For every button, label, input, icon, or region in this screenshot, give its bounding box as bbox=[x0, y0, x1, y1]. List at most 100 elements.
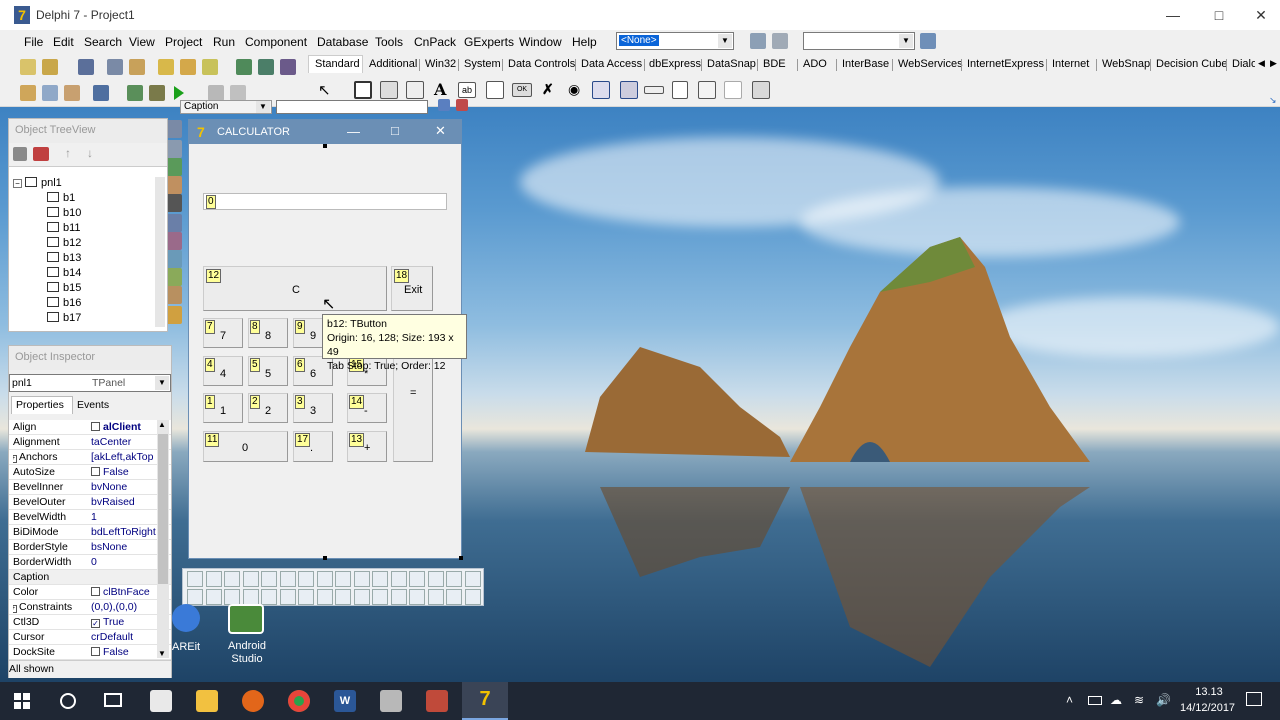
menu-component[interactable]: Component bbox=[245, 35, 307, 49]
frames-icon[interactable] bbox=[354, 81, 372, 99]
selection-handle[interactable] bbox=[459, 556, 463, 560]
align-tool-icon[interactable] bbox=[446, 571, 462, 587]
menu-tools[interactable]: Tools bbox=[375, 35, 403, 49]
groupbox-icon[interactable] bbox=[672, 81, 688, 99]
property-value-field[interactable] bbox=[276, 100, 428, 114]
chevron-up-icon[interactable]: ˄ bbox=[1066, 693, 1073, 707]
file-explorer-icon[interactable] bbox=[196, 690, 218, 712]
tree-node[interactable]: b15 bbox=[47, 282, 81, 297]
find-icon[interactable] bbox=[438, 99, 450, 111]
tab-websnap[interactable]: WebSnap bbox=[1099, 58, 1153, 70]
tab-internetexpress[interactable]: InternetExpress bbox=[964, 58, 1047, 70]
wifi-icon[interactable]: ≋ bbox=[1134, 693, 1144, 707]
property-row[interactable]: DockSite False bbox=[9, 645, 171, 660]
new-icon[interactable] bbox=[20, 59, 36, 75]
property-value[interactable]: taCenter bbox=[91, 436, 163, 448]
selection-handle[interactable] bbox=[323, 144, 327, 148]
align-tool-icon[interactable] bbox=[335, 589, 351, 605]
save-icon[interactable] bbox=[78, 59, 94, 75]
property-row[interactable]: BevelOuter bvRaised bbox=[9, 495, 171, 510]
radiogroup-icon[interactable] bbox=[698, 81, 716, 99]
clear-button[interactable]: 12 C bbox=[203, 266, 387, 311]
android-studio-icon[interactable] bbox=[228, 604, 264, 634]
align-tool-icon[interactable] bbox=[261, 571, 277, 587]
secondary-combo[interactable]: ▼ bbox=[803, 32, 915, 50]
property-row[interactable]: BevelWidth 1 bbox=[9, 510, 171, 525]
align-tool-icon[interactable] bbox=[205, 589, 222, 605]
button-icon[interactable]: OK bbox=[512, 83, 532, 97]
align-tool-icon[interactable] bbox=[224, 571, 240, 587]
app-icon[interactable] bbox=[380, 690, 402, 712]
property-value[interactable]: 1 bbox=[91, 511, 163, 523]
align-tool-icon[interactable] bbox=[187, 571, 203, 587]
tree-node[interactable]: b16 bbox=[47, 297, 81, 312]
expand-icon[interactable]: + bbox=[13, 605, 17, 613]
minus-button[interactable]: 14- bbox=[347, 393, 387, 423]
tab-win32[interactable]: Win32 bbox=[422, 58, 459, 70]
align-tool-icon[interactable] bbox=[205, 571, 222, 587]
open-project-icon[interactable] bbox=[129, 59, 145, 75]
store-icon[interactable] bbox=[150, 690, 172, 712]
mainmenu-icon[interactable] bbox=[380, 81, 398, 99]
memo-icon[interactable] bbox=[486, 81, 504, 99]
run-icon[interactable] bbox=[174, 86, 184, 100]
display-field[interactable]: 0 bbox=[203, 193, 447, 210]
component-icon[interactable] bbox=[236, 59, 252, 75]
app-icon[interactable] bbox=[426, 690, 448, 712]
align-tool-icon[interactable] bbox=[446, 589, 462, 605]
tree-node[interactable]: b10 bbox=[47, 207, 81, 222]
tab-webservices[interactable]: WebServices bbox=[895, 58, 966, 70]
tree-node[interactable]: b13 bbox=[47, 252, 81, 267]
scrollbar-thumb[interactable] bbox=[158, 434, 168, 584]
align-tool-icon[interactable] bbox=[390, 571, 407, 587]
digit-2-button[interactable]: 22 bbox=[248, 393, 288, 423]
property-row[interactable]: BiDiMode bdLeftToRight bbox=[9, 525, 171, 540]
digit-0-button[interactable]: 11 0 bbox=[203, 431, 288, 462]
minimize-button[interactable]: — bbox=[1150, 0, 1196, 30]
view-unit-icon[interactable] bbox=[20, 85, 36, 101]
checkbox-icon[interactable] bbox=[91, 587, 100, 596]
close-button[interactable]: ✕ bbox=[435, 123, 446, 139]
chrome-icon[interactable] bbox=[288, 690, 310, 712]
property-row[interactable]: +Constraints(0,0),(0,0) bbox=[9, 600, 171, 615]
align-tool-icon[interactable] bbox=[464, 589, 481, 605]
align-tool-icon[interactable] bbox=[242, 571, 259, 587]
tab-additional[interactable]: Additional bbox=[366, 58, 420, 70]
digit-3-button[interactable]: 33 bbox=[293, 393, 333, 423]
property-row[interactable]: BevelInner bvNone bbox=[9, 480, 171, 495]
align-tool-icon[interactable] bbox=[279, 589, 296, 605]
property-row[interactable]: AutoSize False bbox=[9, 465, 171, 480]
palette-expand-icon[interactable]: ↘ bbox=[1269, 95, 1277, 106]
collapse-icon[interactable]: − bbox=[13, 179, 22, 188]
exit-button[interactable]: 18 Exit bbox=[391, 266, 433, 311]
tree-node-root[interactable]: − pnl1 bbox=[13, 177, 62, 192]
inspector-scrollbar[interactable]: ▲ ▼ bbox=[157, 420, 169, 658]
tab-data-access[interactable]: Data Access bbox=[578, 58, 645, 70]
firefox-icon[interactable] bbox=[242, 690, 264, 712]
align-tool-icon[interactable] bbox=[279, 571, 296, 587]
align-tool-icon[interactable] bbox=[427, 571, 444, 587]
property-row[interactable]: Cursor crDefault bbox=[9, 630, 171, 645]
property-row[interactable]: Color clBtnFace bbox=[9, 585, 171, 600]
property-row[interactable]: BorderStyle bsNone bbox=[9, 540, 171, 555]
align-tool-icon[interactable] bbox=[372, 571, 388, 587]
cloud-icon[interactable]: ☁ bbox=[1110, 693, 1122, 707]
delete-item-icon[interactable] bbox=[33, 147, 49, 161]
save-desktop-icon[interactable] bbox=[750, 33, 766, 49]
tab-dialogs[interactable]: Dialo bbox=[1229, 58, 1255, 70]
tab-bde[interactable]: BDE bbox=[760, 58, 789, 70]
tab-properties[interactable]: Properties bbox=[11, 396, 73, 414]
tab-dbexpress[interactable]: dbExpress bbox=[646, 58, 704, 70]
property-row[interactable]: Ctl3D ✓ True bbox=[9, 615, 171, 630]
view-form-icon[interactable] bbox=[42, 85, 58, 101]
checkbox-icon[interactable]: ✗ bbox=[542, 81, 554, 98]
tree-node[interactable]: b12 bbox=[47, 237, 81, 252]
pointer-icon[interactable]: ↖ bbox=[318, 81, 334, 99]
property-row[interactable]: Align alClient bbox=[9, 420, 171, 435]
selection-handle[interactable] bbox=[323, 556, 327, 560]
digit-1-button[interactable]: 11 bbox=[203, 393, 243, 423]
align-tool-icon[interactable] bbox=[316, 571, 333, 587]
digit-8-button[interactable]: 88 bbox=[248, 318, 288, 348]
task-view-icon[interactable] bbox=[104, 693, 122, 707]
align-tool-icon[interactable] bbox=[298, 571, 314, 587]
